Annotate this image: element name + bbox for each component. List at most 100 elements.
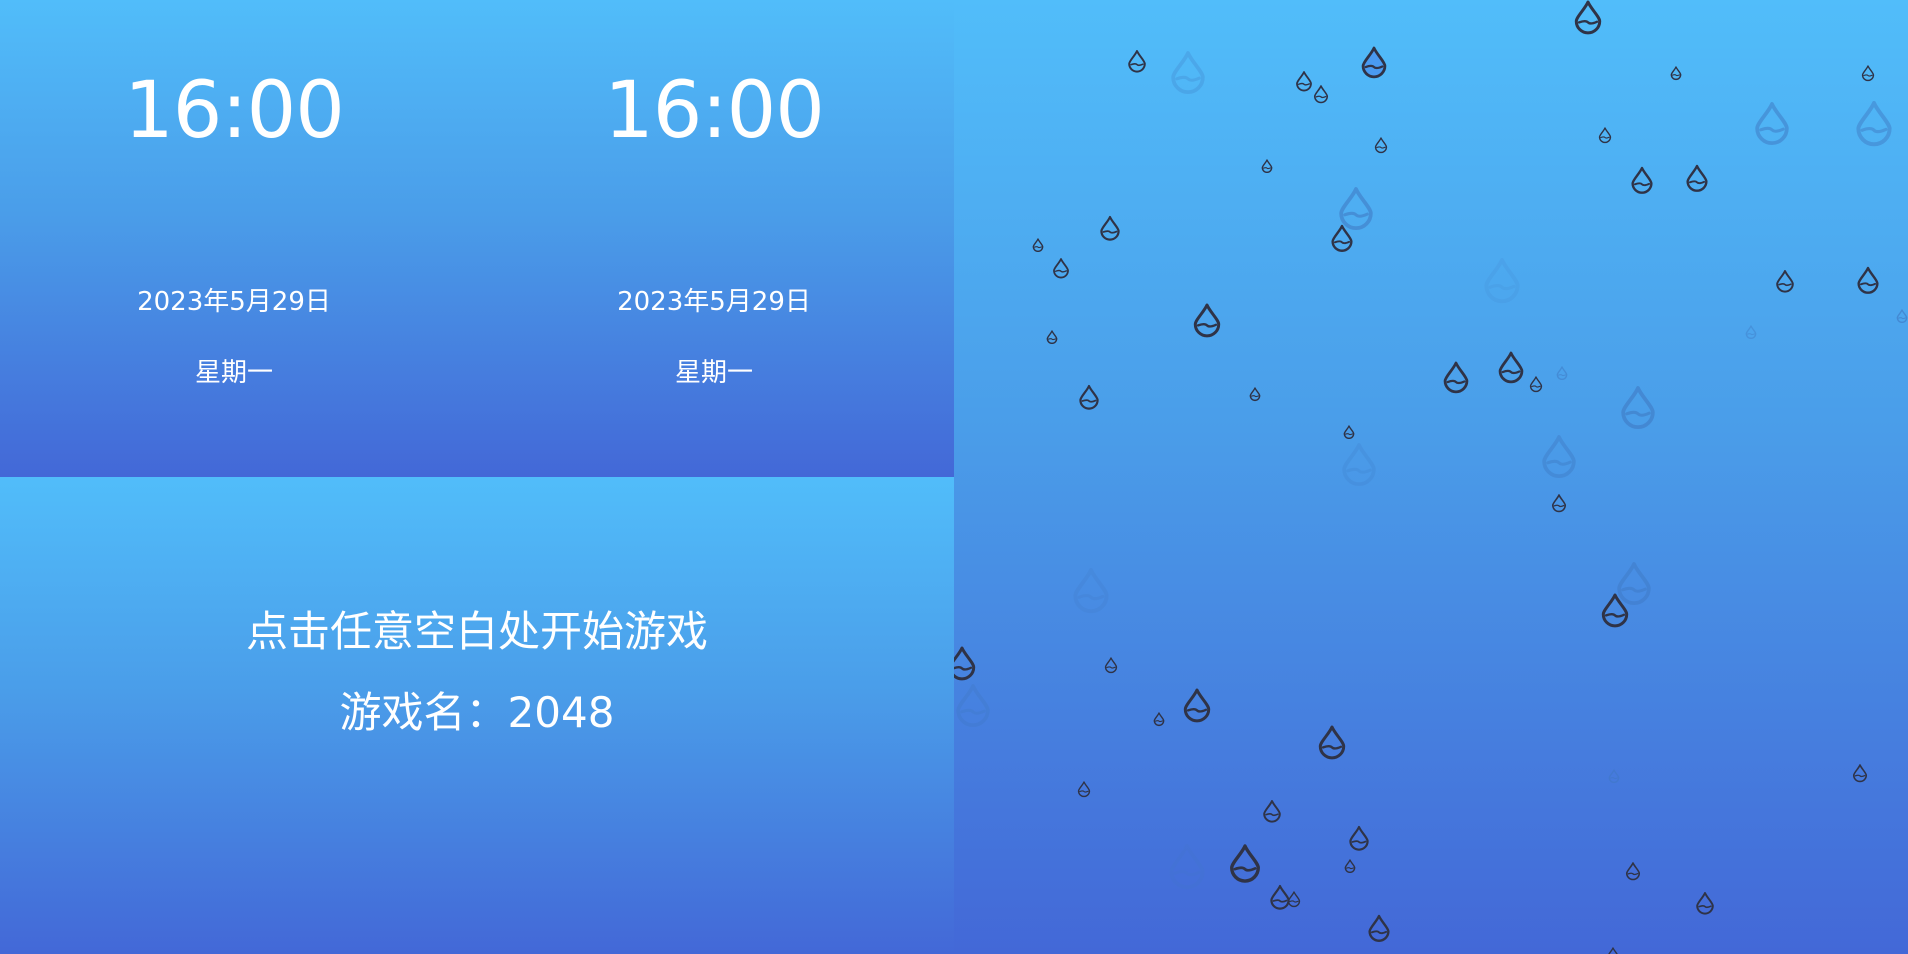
water-drop-icon xyxy=(1344,859,1356,873)
water-drop-wave xyxy=(1553,504,1565,508)
water-drop-outline xyxy=(1686,164,1708,192)
water-drop-outline xyxy=(1856,101,1892,147)
water-drop-wave xyxy=(1345,867,1355,870)
water-drop-wave xyxy=(1173,870,1201,877)
water-drop-outline xyxy=(1079,384,1099,410)
water-drop-outline xyxy=(1193,303,1221,338)
water-drop-outline xyxy=(1755,102,1789,145)
water-drop-icon xyxy=(1745,325,1757,339)
water-drop-outline xyxy=(1498,351,1524,384)
water-drop-wave xyxy=(1531,385,1541,388)
water-drop-icon xyxy=(1556,366,1568,380)
water-drop-outline xyxy=(1344,859,1356,873)
water-drop-wave xyxy=(1233,866,1257,872)
water-drop-outline xyxy=(1331,224,1353,252)
water-drop-icon xyxy=(1852,764,1868,783)
water-drop-outline xyxy=(1484,258,1520,304)
water-drop-wave xyxy=(1344,433,1354,436)
water-drop-outline xyxy=(1361,46,1387,79)
water-drop-wave xyxy=(1746,333,1756,336)
water-drop-outline xyxy=(1443,361,1469,394)
water-drop-icon xyxy=(1263,800,1281,823)
water-drop-wave xyxy=(1346,467,1372,474)
water-drop-wave xyxy=(1600,136,1610,139)
water-drop-outline xyxy=(954,646,976,681)
water-drop-wave xyxy=(1265,813,1279,817)
water-drop-outline xyxy=(1861,65,1875,82)
screen: 16:00 2023年5月29日 星期一 16:00 2023年5月29日 星期… xyxy=(0,0,1908,954)
water-drop-wave xyxy=(1546,459,1572,466)
water-drop-outline xyxy=(1896,309,1908,323)
water-drop-wave xyxy=(1186,708,1208,713)
water-drop-outline xyxy=(1230,844,1260,883)
water-drop-outline xyxy=(1077,781,1091,798)
water-drop-wave xyxy=(1130,63,1144,67)
water-drop-wave xyxy=(1370,930,1388,935)
water-drop-wave xyxy=(1897,317,1907,320)
water-drop-wave xyxy=(1698,905,1712,909)
water-drop-outline xyxy=(1296,71,1312,92)
water-drop-wave xyxy=(1054,269,1068,273)
water-drop-icon xyxy=(1484,258,1520,304)
water-drop-icon xyxy=(1287,891,1301,908)
water-drop-icon xyxy=(1249,387,1261,401)
water-drop-outline xyxy=(1169,844,1205,890)
clock-time: 16:00 xyxy=(124,66,345,156)
water-drop-icon xyxy=(1608,769,1620,783)
water-drop-outline xyxy=(1621,386,1655,429)
water-drop-wave xyxy=(1175,75,1201,82)
water-drop-outline xyxy=(1104,657,1118,674)
water-drop-icon xyxy=(1574,0,1602,35)
water-drop-outline xyxy=(1313,85,1329,104)
water-drop-wave xyxy=(1501,369,1521,375)
water-drop-outline xyxy=(1670,66,1682,80)
water-drop-icon xyxy=(1755,102,1789,145)
water-drop-icon xyxy=(1617,562,1651,605)
water-drop-icon xyxy=(1230,844,1260,883)
water-drop-outline xyxy=(1556,366,1568,380)
water-drop-wave xyxy=(1577,20,1599,25)
water-drop-icon xyxy=(1349,825,1369,851)
water-drop-wave xyxy=(1321,745,1343,750)
water-drop-icon xyxy=(1073,568,1109,614)
water-drop-icon xyxy=(1608,947,1618,954)
water-drop-icon xyxy=(1856,101,1892,147)
water-drop-outline xyxy=(1343,425,1355,439)
water-drop-icon xyxy=(1261,159,1273,173)
water-drop-outline xyxy=(1529,376,1543,393)
water-drop-wave xyxy=(1250,395,1260,398)
water-drop-icon xyxy=(1443,361,1469,394)
water-drop-wave xyxy=(1289,900,1299,903)
clock-time: 16:00 xyxy=(604,66,825,156)
water-drop-wave xyxy=(1609,777,1619,780)
water-drop-wave xyxy=(1079,790,1089,793)
start-game-hint: 点击任意空白处开始游戏 xyxy=(245,607,708,656)
clock-date: 2023年5月29日 xyxy=(617,287,811,317)
clock-weekday: 星期一 xyxy=(194,358,273,388)
water-drop-outline xyxy=(1696,892,1714,915)
water-drop-outline xyxy=(1261,159,1273,173)
water-drop-icon xyxy=(1331,224,1353,252)
water-drop-outline xyxy=(1745,325,1757,339)
water-drop-outline xyxy=(1857,266,1879,294)
water-drop-outline xyxy=(1318,725,1346,760)
water-drop-outline xyxy=(1349,825,1369,851)
water-drop-icon xyxy=(1551,494,1567,513)
water-drop-icon xyxy=(1529,376,1543,393)
water-drop-outline xyxy=(1631,166,1653,194)
water-drop-icon xyxy=(1318,725,1346,760)
water-drop-wave xyxy=(960,708,986,715)
water-drop-icon xyxy=(1776,270,1794,293)
game-start-panel[interactable]: 点击任意空白处开始游戏 游戏名：2048 xyxy=(0,477,954,954)
water-drop-wave xyxy=(1557,374,1567,377)
water-drop-outline xyxy=(1598,127,1612,144)
water-drop-icon xyxy=(1077,781,1091,798)
water-drop-wave xyxy=(1376,146,1386,149)
water-drop-icon xyxy=(1896,309,1908,323)
raindrop-animation-panel xyxy=(954,0,1908,954)
water-drop-wave xyxy=(1604,613,1626,618)
water-drop-icon xyxy=(1625,862,1641,881)
water-drop-icon xyxy=(1171,51,1205,94)
water-drop-icon xyxy=(1374,137,1388,154)
water-drop-wave xyxy=(1333,240,1351,245)
